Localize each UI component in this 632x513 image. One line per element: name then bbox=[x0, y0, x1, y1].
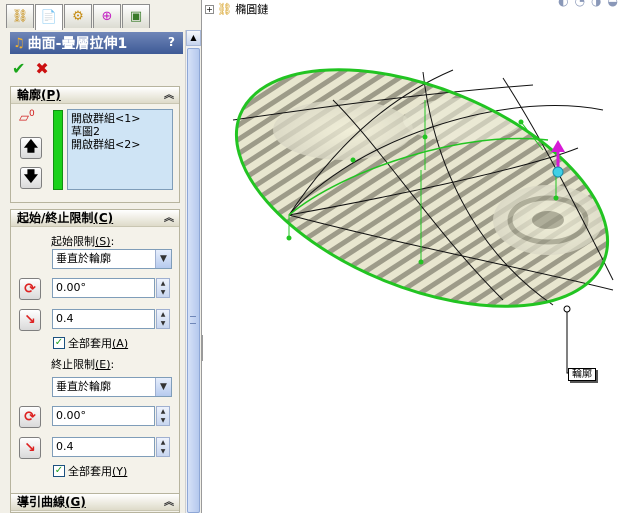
callout-leader bbox=[563, 305, 571, 374]
property-sheet-icon: 📄 bbox=[40, 10, 58, 25]
profile-group-header[interactable]: 輪廓(P) ︽ bbox=[11, 87, 179, 104]
rotate-icon: ⟳ bbox=[24, 281, 36, 297]
tab-display-manager[interactable]: ▣ bbox=[122, 4, 150, 28]
ok-button[interactable]: ✔ bbox=[12, 59, 25, 78]
profile-group: 輪廓(P) ︽ ▱0 🡅 🡇 開啟群組<1> 草圖2 開啟群組<2> bbox=[10, 86, 180, 203]
feature-tree-icon: ⛓ bbox=[11, 9, 29, 24]
display-pane-icon: ▣ bbox=[129, 9, 143, 24]
list-item[interactable]: 草圖2 bbox=[71, 125, 169, 138]
panel-scrollbar[interactable]: ▲ bbox=[185, 30, 201, 513]
move-up-button[interactable]: 🡅 bbox=[20, 137, 42, 159]
profile-callout-label[interactable]: 輪廓 bbox=[568, 368, 596, 381]
feature-title-bar: ♫ 曲面-疊層拉伸1 ? bbox=[10, 32, 183, 54]
page-title: 曲面-疊層拉伸1 bbox=[27, 36, 128, 52]
configuration-icon: ⚙ bbox=[72, 9, 84, 24]
scroll-grip-icon bbox=[190, 316, 196, 324]
scroll-up-icon[interactable]: ▲ bbox=[186, 30, 201, 46]
reverse-end-direction-button[interactable]: ↘ bbox=[19, 437, 41, 459]
ok-cancel-bar: ✔ ✖ bbox=[12, 59, 49, 78]
direction-arrow-icon: ↘ bbox=[24, 440, 36, 456]
end-constraint-label: 終止限制(E): bbox=[51, 358, 115, 371]
list-item[interactable]: 開啟群組<2> bbox=[71, 138, 169, 151]
collapse-chevron-icon[interactable]: ︽ bbox=[164, 210, 174, 227]
checkmark-icon: ✓ bbox=[53, 465, 65, 477]
end-apply-all-checkbox[interactable]: ✓ 全部套用(Y) bbox=[53, 463, 127, 479]
start-length-spinner[interactable]: ▲ ▼ bbox=[156, 309, 170, 329]
tab-feature-manager[interactable]: ⛓ bbox=[6, 4, 34, 28]
manager-tab-bar: ⛓ 📄 ⚙ ⊕ ▣ bbox=[6, 4, 150, 30]
property-manager-panel: ⛓ 📄 ⚙ ⊕ ▣ ♫ 曲面-疊層拉伸1 ? ✔ ✖ 輪廓(P) ︽ ▱0 🡅 … bbox=[0, 0, 202, 513]
guide-curves-group-header[interactable]: 導引曲線(G) ︽ bbox=[11, 494, 179, 511]
start-constraint-label: 起始限制(S): bbox=[51, 235, 115, 248]
constraints-group-header[interactable]: 起始/終止限制(C) ︽ bbox=[11, 210, 179, 227]
cancel-button[interactable]: ✖ bbox=[35, 59, 48, 78]
guide-curves-group: 導引曲線(G) ︽ bbox=[10, 493, 180, 513]
start-constraint-select[interactable]: 垂直於輪廓 ▼ bbox=[52, 249, 172, 269]
profile-color-bar bbox=[53, 110, 63, 190]
scrollbar-thumb[interactable] bbox=[187, 48, 200, 513]
arrow-down-icon: 🡇 bbox=[23, 169, 39, 185]
reverse-start-direction-button[interactable]: ↘ bbox=[19, 309, 41, 331]
start-angle-spinner[interactable]: ▲ ▼ bbox=[156, 278, 170, 298]
checkmark-icon: ✓ bbox=[53, 337, 65, 349]
end-length-spinner[interactable]: ▲ ▼ bbox=[156, 437, 170, 457]
end-angle-input[interactable]: 0.00° bbox=[52, 406, 155, 426]
loft-feature-icon: ♫ bbox=[13, 35, 25, 51]
direction-arrow-icon: ↘ bbox=[24, 312, 36, 328]
collapse-chevron-icon[interactable]: ︽ bbox=[164, 87, 174, 104]
profile-list[interactable]: 開啟群組<1> 草圖2 開啟群組<2> bbox=[67, 109, 173, 190]
chevron-down-icon[interactable]: ▼ bbox=[155, 378, 171, 396]
tab-configuration-manager[interactable]: ⚙ bbox=[64, 4, 92, 28]
rotate-icon: ⟳ bbox=[24, 409, 36, 425]
help-button[interactable]: ? bbox=[164, 35, 179, 50]
collapse-chevron-icon[interactable]: ︽ bbox=[164, 494, 174, 511]
start-apply-all-checkbox[interactable]: ✓ 全部套用(A) bbox=[53, 335, 128, 351]
start-end-constraints-group: 起始/終止限制(C) ︽ 起始限制(S): 垂直於輪廓 ▼ ⟳ 0.00° ▲ ▼… bbox=[10, 209, 180, 497]
end-angle-spinner[interactable]: ▲ ▼ bbox=[156, 406, 170, 426]
list-item[interactable]: 開啟群組<1> bbox=[71, 112, 169, 125]
start-length-input[interactable]: 0.4 bbox=[52, 309, 155, 329]
move-down-button[interactable]: 🡇 bbox=[20, 167, 42, 189]
arrow-up-icon: 🡅 bbox=[23, 139, 39, 155]
end-constraint-select[interactable]: 垂直於輪廓 ▼ bbox=[52, 377, 172, 397]
graphics-viewport[interactable]: ◐◔◑◒ + ⛓ 橢圓鏈 輪廓 bbox=[203, 0, 632, 513]
reverse-end-angle-button[interactable]: ⟳ bbox=[19, 406, 41, 428]
reverse-start-angle-button[interactable]: ⟳ bbox=[19, 278, 41, 300]
tab-dimxpert-manager[interactable]: ⊕ bbox=[93, 4, 121, 28]
model-graphics bbox=[203, 22, 632, 374]
tab-property-manager[interactable]: 📄 bbox=[35, 4, 63, 30]
chevron-down-icon[interactable]: ▼ bbox=[155, 250, 171, 268]
end-length-input[interactable]: 0.4 bbox=[52, 437, 155, 457]
crosshair-icon: ⊕ bbox=[101, 9, 113, 24]
loft-surface[interactable] bbox=[203, 22, 632, 354]
profile-selection-icon: ▱0 bbox=[19, 109, 35, 126]
start-angle-input[interactable]: 0.00° bbox=[52, 278, 155, 298]
